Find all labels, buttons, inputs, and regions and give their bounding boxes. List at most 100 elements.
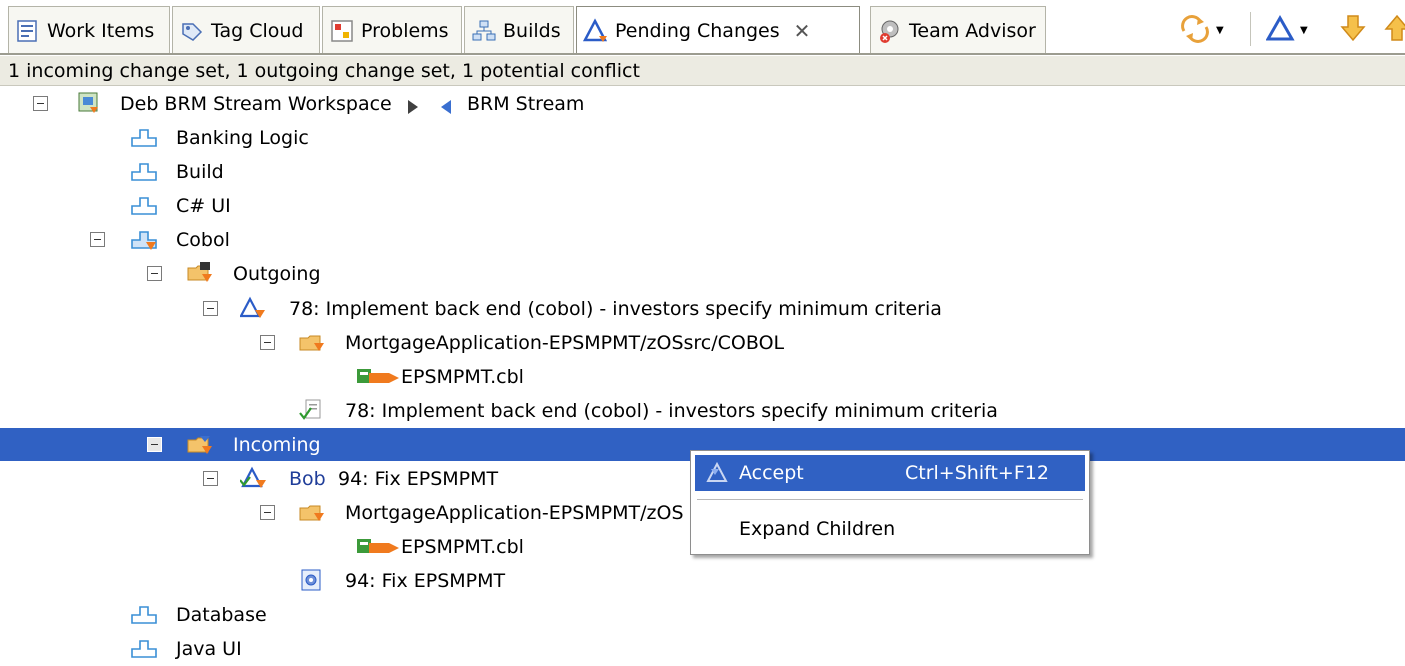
menu-item-accept[interactable]: Accept Ctrl+Shift+F12 bbox=[695, 455, 1085, 491]
component-icon bbox=[130, 637, 158, 661]
folder-icon bbox=[298, 500, 326, 524]
folder-icon bbox=[298, 330, 326, 354]
collapse-toggle[interactable] bbox=[260, 505, 275, 520]
view-tab-bar: Work Items Tag Cloud Problems Builds Pen… bbox=[0, 0, 1405, 58]
tab-problems[interactable]: Problems bbox=[322, 6, 462, 54]
tree-row-folder[interactable]: MortgageApplication-EPSMPMT/zOSsrc/COBOL bbox=[0, 326, 1405, 359]
tree-row-component[interactable]: Build bbox=[0, 155, 1405, 188]
tree-row-folder[interactable]: MortgageApplication-EPSMPMT/zOS bbox=[0, 496, 690, 529]
tab-work-items[interactable]: Work Items bbox=[8, 6, 170, 54]
problems-icon bbox=[329, 18, 355, 44]
workspace-icon bbox=[76, 91, 104, 115]
tab-label: Work Items bbox=[47, 19, 155, 42]
tree-row-outgoing[interactable]: Outgoing bbox=[0, 257, 1405, 290]
workspace-label: Deb BRM Stream Workspace bbox=[120, 92, 392, 115]
component-icon bbox=[130, 126, 158, 150]
tree-row-component[interactable]: Database bbox=[0, 598, 1405, 631]
arrow-down-icon bbox=[1338, 13, 1368, 48]
tab-label: Team Advisor bbox=[909, 19, 1036, 42]
work-item-label: 94: Fix EPSMPMT bbox=[345, 569, 506, 592]
tab-label: Problems bbox=[361, 19, 449, 42]
status-summary: 1 incoming change set, 1 outgoing change… bbox=[0, 56, 1405, 86]
status-text: 1 incoming change set, 1 outgoing change… bbox=[8, 59, 640, 82]
component-label: Database bbox=[176, 603, 267, 626]
menu-item-label: Accept bbox=[739, 462, 804, 484]
delta-icon bbox=[1265, 13, 1296, 48]
pending-changes-icon bbox=[582, 17, 609, 44]
close-tab-icon[interactable]: ✕ bbox=[794, 19, 811, 43]
menu-separator bbox=[697, 499, 1083, 500]
tree-row-component[interactable]: Banking Logic bbox=[0, 121, 1405, 154]
folder-label: MortgageApplication-EPSMPMT/zOS bbox=[345, 501, 684, 524]
tag-cloud-icon bbox=[179, 18, 205, 44]
incoming-folder-icon bbox=[186, 432, 214, 456]
menu-item-label: Expand Children bbox=[739, 518, 896, 540]
next-change-button[interactable] bbox=[1338, 10, 1368, 50]
chevron-down-icon[interactable]: ▼ bbox=[1300, 25, 1308, 36]
tab-label: Builds bbox=[503, 19, 561, 42]
work-item-resolved-icon bbox=[298, 398, 326, 422]
incoming-label: Incoming bbox=[233, 433, 321, 456]
tab-builds[interactable]: Builds bbox=[464, 6, 574, 54]
tab-tag-cloud[interactable]: Tag Cloud bbox=[172, 6, 320, 54]
change-set-label: 94: Fix EPSMPMT bbox=[338, 467, 499, 490]
file-label: EPSMPMT.cbl bbox=[401, 365, 524, 388]
stream-label: BRM Stream bbox=[467, 92, 585, 115]
tree-row-work-item[interactable]: 78: Implement back end (cobol) - investo… bbox=[0, 394, 1405, 427]
tab-divider bbox=[0, 53, 1405, 55]
component-icon bbox=[130, 603, 158, 627]
folder-label: MortgageApplication-EPSMPMT/zOSsrc/COBOL bbox=[345, 331, 785, 354]
delta-button[interactable]: ▼ bbox=[1265, 10, 1308, 50]
context-menu: Accept Ctrl+Shift+F12 Expand Children bbox=[690, 450, 1090, 555]
collapse-toggle[interactable] bbox=[90, 232, 105, 247]
accept-icon bbox=[705, 461, 729, 490]
outgoing-folder-icon bbox=[186, 260, 214, 284]
component-label: C# UI bbox=[176, 194, 231, 217]
collapse-toggle[interactable] bbox=[147, 437, 162, 452]
file-change-icon bbox=[355, 535, 401, 559]
tree-row-file[interactable]: EPSMPMT.cbl bbox=[0, 360, 1405, 393]
change-set-label: 78: Implement back end (cobol) - investo… bbox=[289, 297, 942, 320]
tree-row-component-cobol[interactable]: Cobol bbox=[0, 223, 1405, 256]
tree-row-work-item[interactable]: 94: Fix EPSMPMT bbox=[0, 564, 1405, 597]
refresh-button[interactable]: ▼ bbox=[1178, 10, 1224, 50]
component-label: Java UI bbox=[176, 637, 242, 660]
tab-label: Pending Changes bbox=[615, 19, 780, 42]
work-items-icon bbox=[15, 18, 41, 44]
incoming-arrow-icon bbox=[441, 97, 451, 119]
component-icon bbox=[130, 194, 158, 218]
outgoing-label: Outgoing bbox=[233, 262, 321, 285]
author-label: Bob bbox=[289, 467, 326, 490]
outgoing-arrow-icon bbox=[408, 97, 418, 119]
team-advisor-icon bbox=[877, 18, 903, 44]
tree-row-workspace[interactable]: Deb BRM Stream Workspace BRM Stream bbox=[0, 87, 1405, 120]
work-item-icon bbox=[298, 568, 326, 592]
tree-row-component[interactable]: Java UI bbox=[0, 632, 1405, 665]
chevron-down-icon[interactable]: ▼ bbox=[1216, 25, 1224, 36]
menu-item-expand-children[interactable]: Expand Children bbox=[695, 511, 1085, 547]
menu-item-shortcut: Ctrl+Shift+F12 bbox=[905, 462, 1049, 484]
builds-icon bbox=[471, 18, 497, 44]
collapse-toggle[interactable] bbox=[147, 266, 162, 281]
collapse-toggle[interactable] bbox=[33, 96, 48, 111]
collapse-toggle[interactable] bbox=[203, 301, 218, 316]
tab-label: Tag Cloud bbox=[211, 19, 304, 42]
file-change-icon bbox=[355, 365, 401, 389]
collapse-toggle[interactable] bbox=[260, 335, 275, 350]
previous-change-button[interactable] bbox=[1382, 10, 1405, 50]
tab-pending-changes[interactable]: Pending Changes ✕ bbox=[576, 6, 860, 54]
tab-team-advisor[interactable]: Team Advisor bbox=[870, 6, 1046, 54]
change-set-icon bbox=[239, 466, 268, 490]
component-label: Banking Logic bbox=[176, 126, 309, 149]
component-label: Build bbox=[176, 160, 224, 183]
tree-row-component[interactable]: C# UI bbox=[0, 189, 1405, 222]
work-item-label: 78: Implement back end (cobol) - investo… bbox=[345, 399, 998, 422]
tree-row-outgoing-change-set[interactable]: 78: Implement back end (cobol) - investo… bbox=[0, 292, 1405, 325]
change-set-icon bbox=[239, 296, 268, 320]
refresh-icon bbox=[1178, 13, 1212, 48]
component-changed-icon bbox=[130, 228, 158, 252]
component-icon bbox=[130, 160, 158, 184]
file-label: EPSMPMT.cbl bbox=[401, 535, 524, 558]
collapse-toggle[interactable] bbox=[203, 471, 218, 486]
arrow-up-icon bbox=[1382, 13, 1405, 48]
